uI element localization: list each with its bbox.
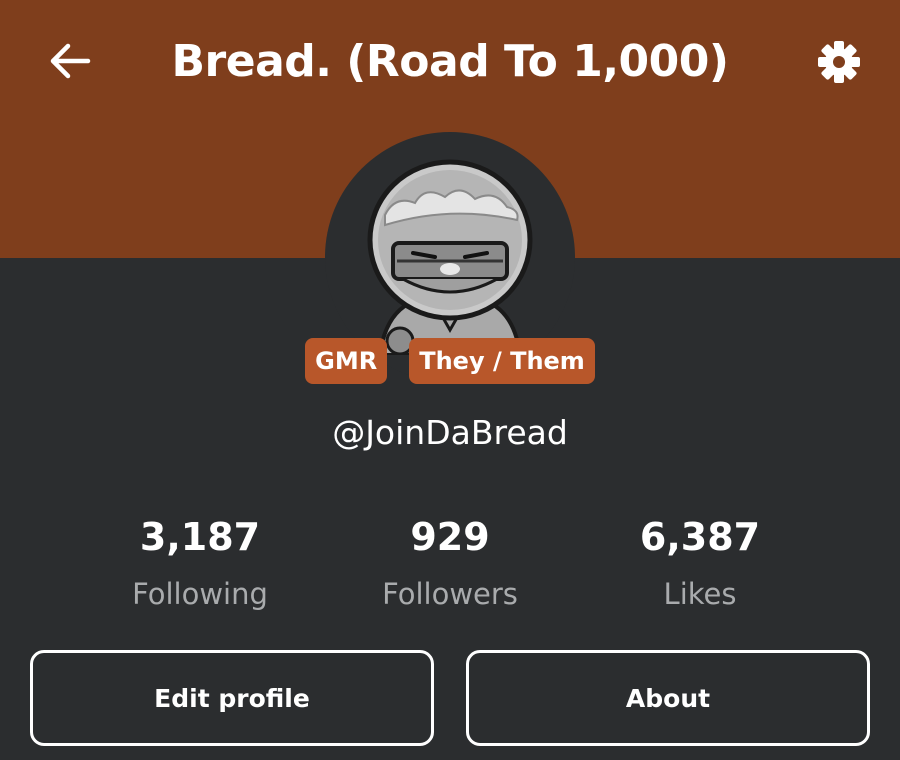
settings-button[interactable] <box>810 34 868 90</box>
edit-profile-button[interactable]: Edit profile <box>30 650 434 746</box>
gear-icon <box>818 41 860 83</box>
followers-label: Followers <box>382 577 518 611</box>
badge-pronouns: They / Them <box>409 338 595 384</box>
avatar[interactable] <box>355 155 545 355</box>
stat-likes[interactable]: 6,387 Likes <box>575 512 825 614</box>
badges-row: GMR They / Them <box>0 338 900 384</box>
profile-handle: @JoinDaBread <box>332 413 568 452</box>
about-button[interactable]: About <box>466 650 870 746</box>
back-button[interactable] <box>42 36 98 86</box>
following-count: 3,187 <box>139 515 261 559</box>
badge-gmr: GMR <box>305 338 388 384</box>
following-label: Following <box>132 577 268 611</box>
stat-following[interactable]: 3,187 Following <box>75 512 325 614</box>
page-title: Bread. (Road To 1,000) <box>171 36 729 87</box>
stat-followers[interactable]: 929 Followers <box>325 512 575 614</box>
followers-count: 929 <box>410 515 490 559</box>
arrow-left-icon <box>50 43 91 79</box>
likes-label: Likes <box>663 577 737 611</box>
likes-count: 6,387 <box>639 515 761 559</box>
top-bar: Bread. (Road To 1,000) <box>0 0 900 125</box>
